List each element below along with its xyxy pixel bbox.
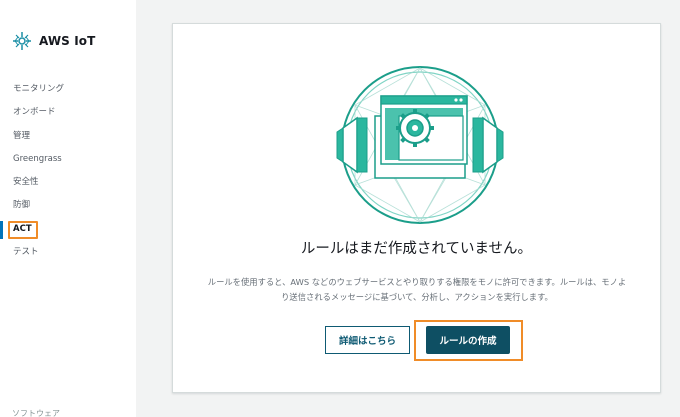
sidebar-item-test[interactable]: テスト: [0, 241, 136, 264]
sidebar-item-act[interactable]: ACT: [0, 218, 136, 241]
highlight-box: [8, 220, 38, 239]
create-rule-button[interactable]: ルールの作成: [426, 326, 510, 354]
sidebar-item-defend[interactable]: 防御: [0, 194, 136, 217]
sidebar-item-secure[interactable]: 安全性: [0, 171, 136, 194]
active-indicator: [0, 220, 3, 239]
aws-iot-logo-icon: [13, 32, 31, 50]
brand-name: AWS IoT: [39, 34, 96, 48]
empty-state-title: ルールはまだ作成されていません。: [300, 241, 533, 257]
empty-state-card: ルールはまだ作成されていません。 ルールを使用すると、AWS などのウェブサービ…: [172, 23, 661, 393]
sidebar-footer[interactable]: ソフトウェア: [12, 408, 60, 417]
sidebar: AWS IoT モニタリング オンボード 管理 Greengrass 安全性 防…: [0, 0, 136, 417]
rules-illustration-icon: [336, 66, 504, 224]
sidebar-nav: モニタリング オンボード 管理 Greengrass 安全性 防御 ACT テス…: [0, 78, 136, 264]
sidebar-item-greengrass[interactable]: Greengrass: [0, 148, 136, 171]
learn-more-button[interactable]: 詳細はこちら: [325, 326, 410, 354]
brand[interactable]: AWS IoT: [12, 31, 95, 51]
empty-state-description: ルールを使用すると、AWS などのウェブサービスとやり取りする権限をモノに許可で…: [207, 277, 627, 302]
sidebar-item-manage[interactable]: 管理: [0, 125, 136, 148]
sidebar-item-monitoring[interactable]: モニタリング: [0, 78, 136, 101]
sidebar-item-onboard[interactable]: オンボード: [0, 101, 136, 124]
